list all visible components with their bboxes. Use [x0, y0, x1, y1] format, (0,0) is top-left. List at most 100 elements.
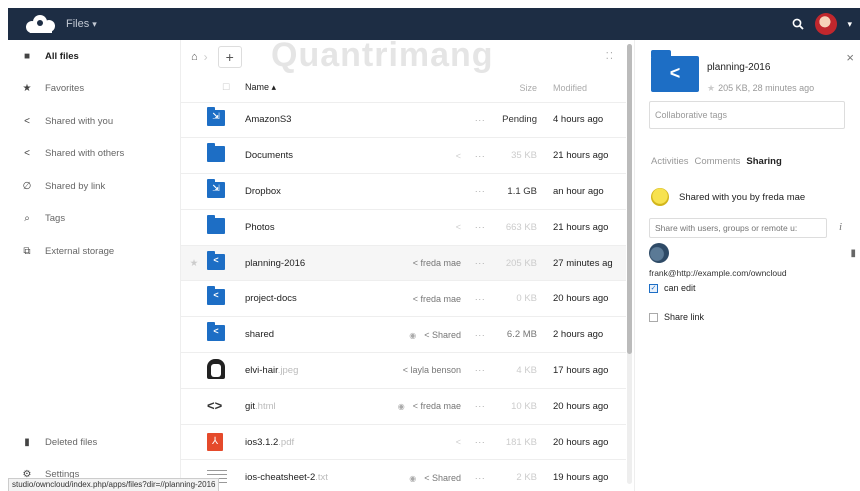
share-status[interactable]: ◉ < Shared [385, 317, 465, 353]
share-icon-label[interactable]: < freda mae [413, 401, 461, 411]
table-row[interactable]: elvi-hair.jpeg < layla benson ··· 4 KB 17 ho… [181, 353, 626, 389]
trash-icon[interactable]: ▮ [850, 248, 856, 259]
share-icon-label[interactable]: < Shared [424, 330, 461, 340]
favorite-star-cell[interactable] [181, 281, 207, 317]
more-actions-icon[interactable]: ··· [465, 424, 495, 460]
table-row[interactable]: ★ < planning-2016 < freda mae ··· 205 KB 27 mi… [181, 245, 626, 281]
tab-comments[interactable]: Comments [694, 156, 740, 167]
comment-icon[interactable]: ◉ [409, 331, 416, 340]
info-icon[interactable]: i [839, 221, 842, 233]
share-status[interactable]: < [385, 138, 465, 174]
select-all-checkbox[interactable]: ☐ [222, 82, 230, 92]
share-status[interactable] [385, 102, 465, 138]
owncloud-logo[interactable] [22, 13, 60, 35]
tab-activities[interactable]: Activities [651, 156, 688, 167]
file-name[interactable]: elvi-hair.jpeg [245, 353, 385, 389]
table-row[interactable]: Photos < ··· 663 KB 21 hours ago [181, 209, 626, 246]
share-link-toggle[interactable]: Share link [649, 312, 704, 322]
file-name[interactable]: Documents [245, 138, 385, 174]
sidebar-item-deleted-files[interactable]: ▮ Deleted files [8, 426, 180, 459]
share-status[interactable]: < freda mae [385, 245, 465, 281]
favorite-star-cell[interactable]: ★ [181, 245, 207, 281]
modified-column-header[interactable]: Modified [547, 74, 626, 103]
more-actions-icon[interactable]: ··· [465, 317, 495, 353]
table-row[interactable]: ⅄ ios3.1.2.pdf < ··· 181 KB 20 hours ago [181, 424, 626, 460]
table-row[interactable]: ⇲ AmazonS3 ··· Pending 4 hours ago [181, 102, 626, 138]
share-icon-label[interactable]: < layla benson [403, 365, 461, 375]
share-status[interactable]: < [385, 209, 465, 245]
more-actions-icon[interactable]: ··· [465, 102, 495, 138]
comment-icon[interactable]: ◉ [409, 474, 416, 483]
sidebar-item-favorites[interactable]: ★ Favorites [8, 73, 180, 106]
more-actions-icon[interactable]: ··· [465, 281, 495, 317]
app-menu-button[interactable]: Files ▾ [66, 18, 97, 30]
share-icon-label[interactable]: < [456, 222, 461, 232]
share-link-checkbox[interactable] [649, 312, 658, 322]
tab-sharing[interactable]: Sharing [746, 156, 781, 167]
table-row[interactable]: ios-cheatsheet-2.txt ◉ < Shared ··· 2 KB 19 h… [181, 460, 626, 491]
favorite-star-cell[interactable] [181, 424, 207, 460]
close-icon[interactable]: × [846, 50, 854, 65]
name-column-header[interactable]: Name ▴ [245, 74, 385, 103]
file-name[interactable]: git.html [245, 388, 385, 424]
can-edit-checkbox[interactable]: ✓ [649, 283, 658, 293]
more-actions-icon[interactable]: ··· [465, 245, 495, 281]
sidebar-item-shared-with-you[interactable]: < Shared with you [8, 105, 180, 138]
share-status[interactable]: ◉ < freda mae [385, 388, 465, 424]
file-list-scrollbar[interactable] [627, 44, 632, 484]
sidebar-item-all-files[interactable]: ■ All files [8, 40, 180, 73]
favorite-star-cell[interactable] [181, 317, 207, 353]
share-status[interactable]: < [385, 424, 465, 460]
favorite-star-cell[interactable] [181, 138, 207, 174]
comment-icon[interactable]: ◉ [398, 402, 405, 411]
table-row[interactable]: <> git.html ◉ < freda mae ··· 10 KB 20 hours a… [181, 388, 626, 425]
table-row[interactable]: < shared ◉ < Shared ··· 6.2 MB 2 hours ago [181, 317, 626, 353]
more-actions-icon[interactable]: ··· [465, 460, 495, 491]
share-icon-label[interactable]: < freda mae [413, 258, 461, 268]
table-row[interactable]: ⇲ Dropbox ··· 1.1 GB an hour ago [181, 174, 626, 210]
table-row[interactable]: Documents < ··· 35 KB 21 hours ago [181, 138, 626, 174]
size-column-header[interactable]: Size [495, 74, 547, 103]
sidebar-item-shared-with-others[interactable]: < Shared with others [8, 138, 180, 171]
table-row[interactable]: < project-docs < freda mae ··· 0 KB 20 hours … [181, 281, 626, 317]
new-file-button[interactable]: + [217, 46, 242, 68]
favorite-star-cell[interactable] [181, 209, 207, 245]
share-with-input[interactable] [649, 218, 827, 238]
more-actions-icon[interactable]: ··· [465, 138, 495, 174]
file-name[interactable]: ios3.1.2.pdf [245, 424, 385, 460]
user-avatar[interactable] [815, 13, 838, 35]
file-name[interactable]: ios-cheatsheet-2.txt [245, 460, 385, 491]
sidebar-item-tags[interactable]: ⌕ Tags [8, 203, 180, 236]
home-icon[interactable]: ⌂ [191, 51, 198, 63]
sidebar-item-shared-by-link[interactable]: ∅ Shared by link [8, 170, 180, 203]
share-icon-label[interactable]: < [456, 151, 461, 161]
share-icon-label[interactable]: < Shared [424, 473, 461, 483]
favorite-star-icon[interactable]: ★ [190, 258, 199, 269]
share-status[interactable]: < freda mae [385, 281, 465, 317]
favorite-star-cell[interactable] [181, 174, 207, 210]
favorite-star-cell[interactable] [181, 353, 207, 389]
collaborative-tags-input[interactable]: Collaborative tags [649, 101, 845, 129]
scrollbar-thumb[interactable] [627, 44, 632, 354]
file-name[interactable]: planning-2016 [245, 245, 385, 281]
file-name[interactable]: Photos [245, 209, 385, 245]
more-actions-icon[interactable]: ··· [465, 209, 495, 245]
search-icon[interactable] [791, 17, 805, 31]
file-name[interactable]: AmazonS3 [245, 102, 385, 138]
sidebar-item-external-storage[interactable]: ⧉ External storage [8, 235, 180, 268]
grid-view-icon[interactable]: ⁚⁚ [606, 51, 614, 62]
file-name[interactable]: Dropbox [245, 174, 385, 210]
favorite-star-cell[interactable] [181, 102, 207, 138]
favorite-star-icon[interactable]: ★ [707, 83, 715, 93]
share-status[interactable]: < layla benson [385, 353, 465, 389]
more-actions-icon[interactable]: ··· [465, 388, 495, 424]
share-status[interactable]: ◉ < Shared [385, 460, 465, 491]
share-status[interactable] [385, 174, 465, 210]
more-actions-icon[interactable]: ··· [465, 174, 495, 210]
share-icon-label[interactable]: < [456, 437, 461, 447]
file-name[interactable]: shared [245, 317, 385, 353]
file-name[interactable]: project-docs [245, 281, 385, 317]
more-actions-icon[interactable]: ··· [465, 353, 495, 389]
can-edit-toggle[interactable]: ✓ can edit [649, 283, 696, 293]
favorite-star-cell[interactable] [181, 388, 207, 424]
